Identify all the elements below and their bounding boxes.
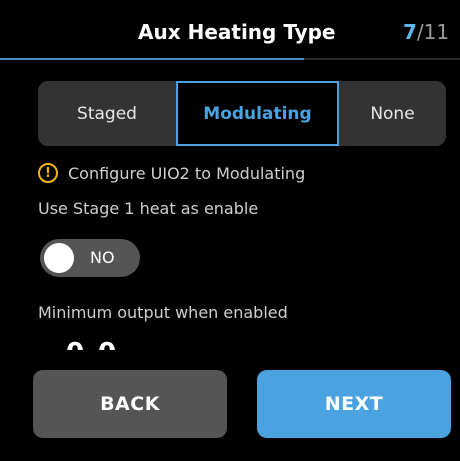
notice-text: Configure UIO2 to Modulating <box>68 163 306 183</box>
next-button[interactable]: NEXT <box>257 370 451 438</box>
toggle-state-text: NO <box>90 248 115 267</box>
option-modulating[interactable]: Modulating <box>176 81 339 146</box>
warning-circle-icon: ! <box>38 163 58 183</box>
heating-type-selector: Staged Modulating None <box>38 81 446 146</box>
progress-bar-fill <box>0 58 304 60</box>
option-staged[interactable]: Staged <box>38 81 176 146</box>
min-output-value-clip: 0.0 <box>60 336 180 350</box>
header: Aux Heating Type 7/11 <box>0 0 460 60</box>
toggle-knob <box>44 243 74 273</box>
option-none[interactable]: None <box>339 81 446 146</box>
progress-bar <box>0 58 460 60</box>
step-separator: / <box>416 20 424 44</box>
stage1-enable-toggle[interactable]: NO <box>40 239 140 277</box>
step-current: 7 <box>403 20 417 44</box>
configuration-notice: ! Configure UIO2 to Modulating <box>38 160 305 186</box>
min-output-label: Minimum output when enabled <box>38 303 288 322</box>
step-indicator: 7/11 <box>403 20 449 44</box>
back-button[interactable]: BACK <box>33 370 227 438</box>
stage1-enable-label: Use Stage 1 heat as enable <box>38 199 259 218</box>
min-output-value[interactable]: 0.0 <box>66 338 118 350</box>
step-total: 11 <box>423 20 450 44</box>
page-title: Aux Heating Type <box>138 20 336 44</box>
